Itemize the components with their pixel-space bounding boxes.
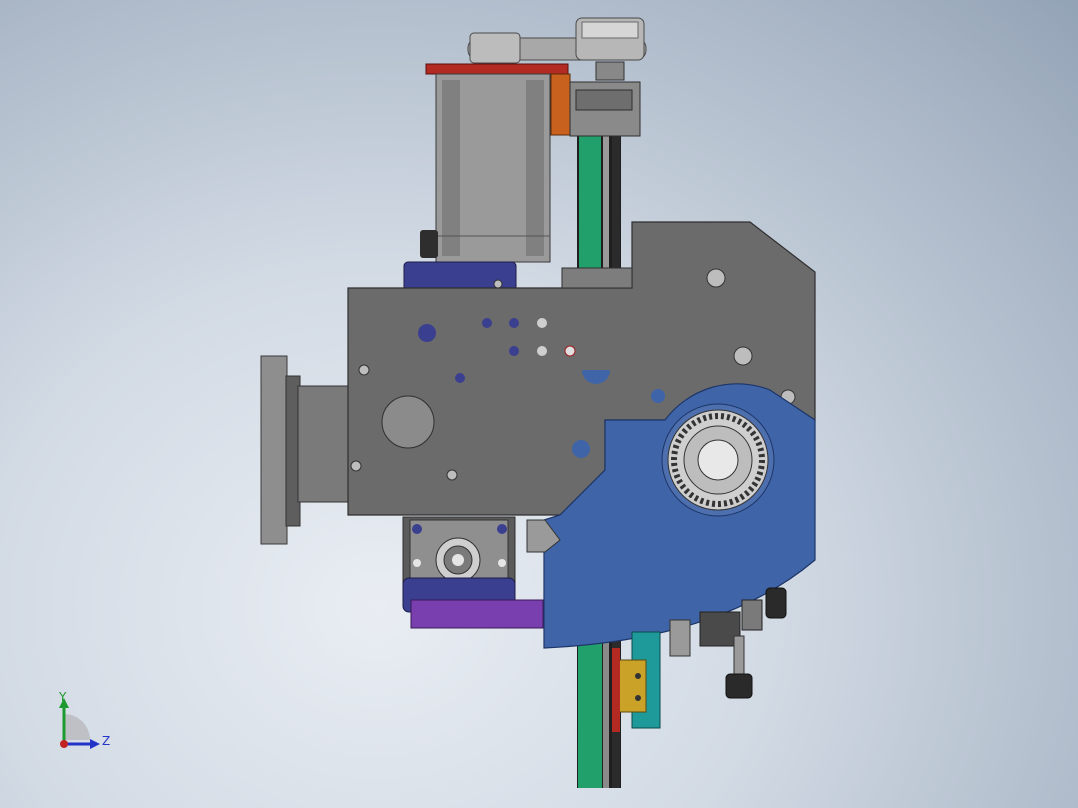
servo-motor[interactable] <box>420 73 551 263</box>
purple-arm-plate[interactable] <box>410 599 544 629</box>
coordinate-triad-icon: Y Z <box>58 690 110 749</box>
top-bearing-housing[interactable] <box>569 81 641 137</box>
left-flange[interactable] <box>260 355 351 545</box>
triad-y-label: Y <box>58 690 67 704</box>
cad-model-view[interactable]: Y Z <box>0 0 1078 808</box>
triad-z-label: Z <box>102 734 110 748</box>
graphics-viewport[interactable]: Y Z <box>0 0 1078 808</box>
lower-bearing-block[interactable] <box>402 516 516 613</box>
main-bearing[interactable] <box>661 403 775 517</box>
motor-mount-plate[interactable] <box>425 63 569 75</box>
